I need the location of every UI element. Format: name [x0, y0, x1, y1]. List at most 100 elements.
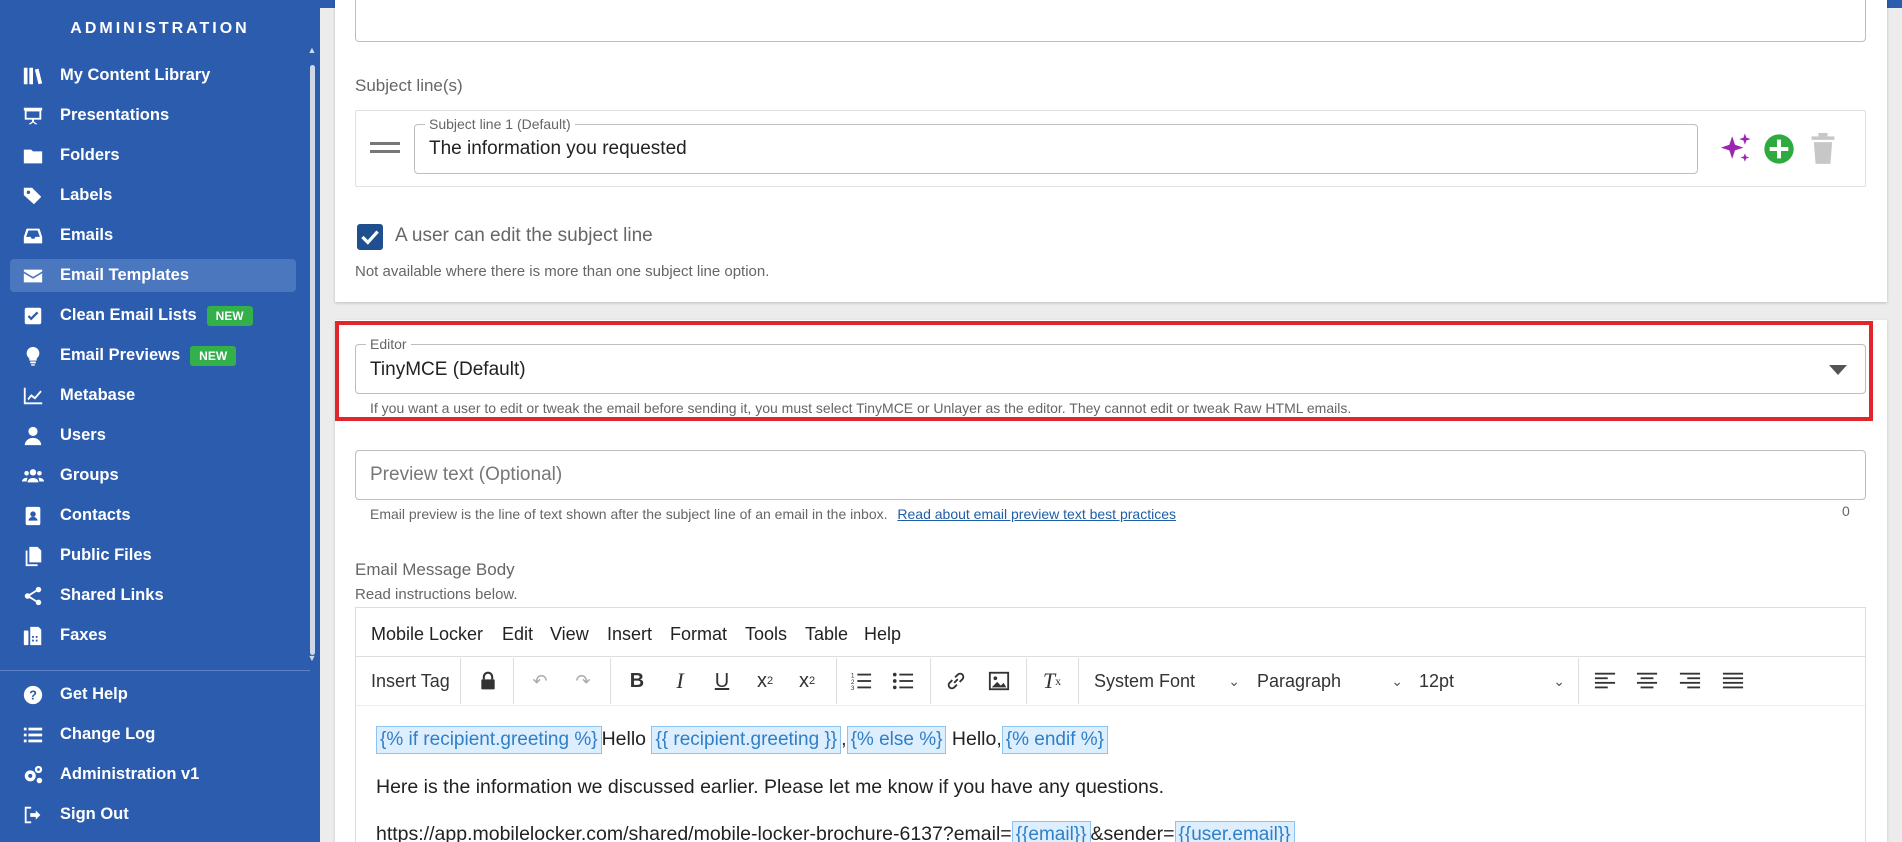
previous-field[interactable]	[355, 0, 1866, 42]
sidebar-item-users[interactable]: Users	[10, 419, 296, 452]
sidebar-item-label: Get Help	[60, 685, 128, 703]
image-icon[interactable]	[986, 668, 1012, 694]
sidebar-item-clean-email-lists[interactable]: Clean Email Lists NEW	[10, 299, 296, 332]
scroll-up-icon[interactable]: ▲	[307, 45, 317, 55]
sidebar-item-label: Clean Email Lists	[60, 306, 197, 324]
files-icon	[20, 545, 46, 567]
sidebar-item-groups[interactable]: Groups	[10, 459, 296, 492]
sidebar-item-label: Email Previews	[60, 346, 181, 364]
url-line[interactable]: https://app.mobilelocker.com/shared/mobi…	[376, 821, 1295, 842]
sidebar-item-email-templates[interactable]: Email Templates	[10, 259, 296, 292]
redo-icon[interactable]: ↷	[570, 668, 596, 694]
template-tag[interactable]: {{user.email}}	[1174, 821, 1295, 842]
drag-handle-icon[interactable]	[370, 142, 400, 153]
sidebar-item-faxes[interactable]: Faxes	[10, 619, 296, 652]
chart-line-icon	[20, 385, 46, 407]
preview-best-practices-link[interactable]: Read about email preview text best pract…	[897, 506, 1176, 522]
menu-tools[interactable]: Tools	[745, 624, 787, 645]
sidebar-scrollbar[interactable]: ▲ ▼	[307, 45, 317, 665]
superscript-icon[interactable]: x2	[751, 668, 779, 694]
sidebar-item-label: Contacts	[60, 506, 131, 524]
menu-table[interactable]: Table	[805, 624, 848, 645]
toolbar-separator	[1026, 658, 1027, 704]
add-subject-icon[interactable]	[1763, 133, 1795, 165]
sidebar-item-public-files[interactable]: Public Files	[10, 539, 296, 572]
sidebar-item-sign-out[interactable]: Sign Out	[10, 798, 296, 831]
menu-help[interactable]: Help	[864, 624, 901, 645]
body-label: Email Message Body	[355, 560, 515, 579]
sidebar-item-shared-links[interactable]: Shared Links	[10, 579, 296, 612]
user-icon	[20, 425, 46, 447]
underline-icon[interactable]: U	[709, 668, 735, 694]
sidebar-item-contacts[interactable]: Contacts	[10, 499, 296, 532]
bold-icon[interactable]: B	[624, 668, 650, 694]
greeting-line[interactable]: {% if recipient.greeting %} Hello {{ reci…	[376, 726, 1108, 754]
align-justify-icon[interactable]	[1720, 668, 1746, 694]
sidebar-item-folders[interactable]: Folders	[10, 139, 296, 172]
edit-subject-checkbox[interactable]	[357, 224, 383, 250]
menu-insert[interactable]: Insert	[607, 624, 652, 645]
scrollbar-thumb[interactable]	[310, 65, 315, 655]
template-tag[interactable]: {{email}}	[1011, 821, 1091, 842]
address-book-icon	[20, 505, 46, 527]
scroll-down-icon[interactable]: ▼	[307, 653, 317, 663]
sidebar-item-my-content-library[interactable]: My Content Library	[10, 59, 296, 92]
font-family-select[interactable]: System Font ⌄	[1094, 668, 1240, 694]
sidebar-item-presentations[interactable]: Presentations	[10, 99, 296, 132]
content-text: https://app.mobilelocker.com/shared/mobi…	[376, 823, 1012, 842]
sidebar-item-administration-v1[interactable]: Administration v1	[10, 758, 296, 791]
sidebar-item-get-help[interactable]: ? Get Help	[10, 678, 296, 711]
link-icon[interactable]	[943, 668, 969, 694]
align-left-icon[interactable]	[1592, 668, 1618, 694]
template-tag[interactable]: {% else %}	[846, 726, 947, 754]
sidebar-item-email-previews[interactable]: Email Previews NEW	[10, 339, 296, 372]
body-line[interactable]: Here is the information we discussed ear…	[376, 776, 1164, 799]
toolbar-separator	[1578, 658, 1579, 704]
toolbar-divider	[356, 705, 1865, 706]
template-tag[interactable]: {% endif %}	[1001, 726, 1108, 754]
insert-tag-button[interactable]: Insert Tag	[371, 668, 450, 694]
bullet-list-icon[interactable]	[890, 668, 916, 694]
template-tag[interactable]: {% if recipient.greeting %}	[376, 726, 602, 754]
sidebar-title: ADMINISTRATION	[70, 20, 250, 37]
trash-icon[interactable]	[1809, 133, 1837, 165]
lock-icon[interactable]	[476, 668, 500, 694]
preview-text-placeholder: Preview text (Optional)	[370, 464, 563, 485]
menu-view[interactable]: View	[550, 624, 589, 645]
italic-icon[interactable]: I	[667, 668, 693, 694]
preview-text-field[interactable]: Preview text (Optional)	[355, 450, 1866, 500]
new-badge: NEW	[190, 345, 237, 366]
gears-icon	[20, 764, 46, 786]
align-right-icon[interactable]	[1677, 668, 1703, 694]
font-size-select[interactable]: 12pt ⌄	[1419, 668, 1565, 694]
subject-line-field[interactable]: Subject line 1 (Default) The information…	[414, 116, 1698, 174]
numbered-list-icon[interactable]: 123	[848, 668, 874, 694]
sidebar-item-label: Emails	[60, 226, 114, 244]
lightbulb-icon	[20, 345, 46, 367]
sidebar-item-labels[interactable]: Labels	[10, 179, 296, 212]
preview-help-text: Email preview is the line of text shown …	[370, 506, 888, 522]
font-size-value: 12pt	[1419, 670, 1455, 691]
menu-mobile-locker[interactable]: Mobile Locker	[371, 624, 483, 645]
undo-icon[interactable]: ↶	[527, 668, 553, 694]
ai-sparkle-icon[interactable]	[1718, 132, 1752, 166]
menu-format[interactable]: Format	[670, 624, 727, 645]
clear-formatting-icon[interactable]: Tx	[1039, 668, 1065, 694]
subject-section-label: Subject line(s)	[355, 76, 463, 95]
content-text: Hello,	[951, 728, 1002, 750]
sidebar-item-label: Public Files	[60, 546, 152, 564]
template-tag[interactable]: {{ recipient.greeting }}	[651, 726, 842, 754]
menu-edit[interactable]: Edit	[502, 624, 533, 645]
subject-line-input[interactable]: The information you requested	[429, 138, 687, 160]
body-sublabel: Read instructions below.	[355, 586, 518, 603]
sidebar-item-emails[interactable]: Emails	[10, 219, 296, 252]
svg-text:?: ?	[29, 687, 37, 702]
sidebar-item-metabase[interactable]: Metabase	[10, 379, 296, 412]
subscript-icon[interactable]: x2	[793, 668, 821, 694]
block-format-select[interactable]: Paragraph ⌄	[1257, 668, 1403, 694]
sidebar-item-label: Administration v1	[60, 765, 200, 783]
align-center-icon[interactable]	[1634, 668, 1660, 694]
inbox-icon	[20, 225, 46, 247]
sidebar-item-change-log[interactable]: Change Log	[10, 718, 296, 751]
sign-out-icon	[20, 804, 46, 826]
